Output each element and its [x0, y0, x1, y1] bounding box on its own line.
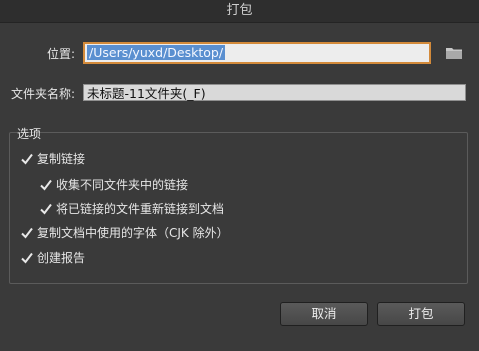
option-create-report[interactable]: 创建报告: [20, 249, 85, 266]
option-relink-files-label: 将已链接的文件重新链接到文档: [56, 202, 225, 216]
checkmark-icon[interactable]: [20, 251, 34, 265]
option-copy-links-label: 复制链接: [37, 152, 86, 166]
options-group-title: 选项: [17, 127, 42, 141]
folder-name-input-value: 未标题-11文件夹(_F): [87, 86, 206, 101]
folder-name-input[interactable]: 未标题-11文件夹(_F): [83, 84, 466, 101]
package-button[interactable]: 打包: [377, 302, 465, 326]
option-create-report-label: 创建报告: [37, 251, 86, 265]
option-copy-fonts[interactable]: 复制文档中使用的字体（CJK 除外）: [20, 224, 229, 241]
checkmark-icon[interactable]: [20, 226, 34, 240]
location-input-value: /Users/yuxd/Desktop/: [87, 45, 226, 60]
checkmark-icon[interactable]: [39, 178, 53, 192]
option-collect-links[interactable]: 收集不同文件夹中的链接: [39, 176, 188, 193]
folder-name-label: 文件夹名称:: [10, 87, 75, 101]
folder-icon[interactable]: [446, 47, 462, 59]
option-collect-links-label: 收集不同文件夹中的链接: [56, 178, 189, 192]
window-titlebar: 打包: [0, 0, 479, 23]
checkmark-icon[interactable]: [20, 152, 34, 166]
cancel-button[interactable]: 取消: [280, 302, 368, 326]
option-copy-links[interactable]: 复制链接: [20, 150, 85, 167]
window-title: 打包: [226, 3, 253, 18]
checkmark-icon[interactable]: [39, 202, 53, 216]
location-label: 位置:: [46, 47, 75, 61]
location-input[interactable]: /Users/yuxd/Desktop/: [83, 42, 431, 64]
option-relink-files[interactable]: 将已链接的文件重新链接到文档: [39, 200, 224, 217]
option-copy-fonts-label: 复制文档中使用的字体（CJK 除外）: [37, 226, 229, 240]
